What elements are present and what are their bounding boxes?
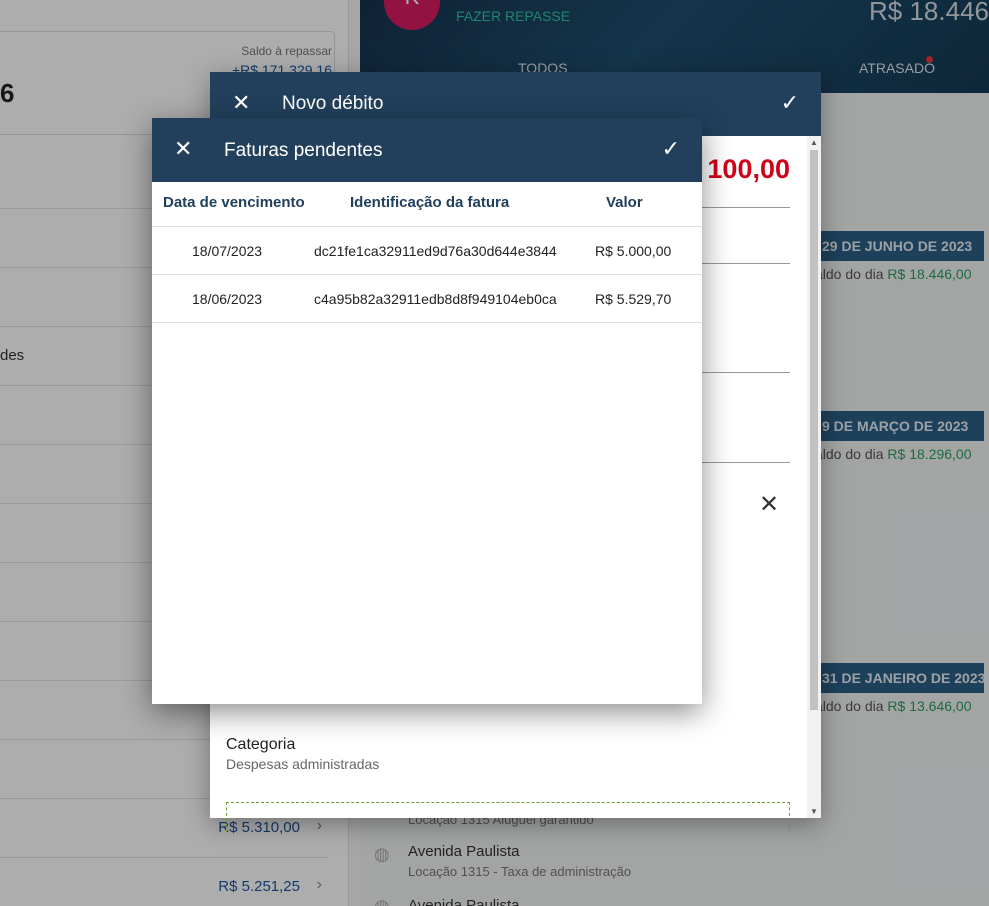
table-row[interactable]: 18/06/2023 c4a95b82a32911edb8d8f949104eb… bbox=[152, 275, 702, 323]
categoria-label: Categoria bbox=[226, 736, 296, 753]
categoria-value[interactable]: Despesas administradas bbox=[226, 756, 379, 772]
check-icon[interactable]: ✓ bbox=[781, 90, 799, 116]
clear-field-icon[interactable]: ✕ bbox=[759, 490, 779, 519]
close-icon[interactable]: ✕ bbox=[174, 138, 192, 160]
table-row[interactable]: 18/07/2023 dc21fe1ca32911ed9d76a30d644e3… bbox=[152, 227, 702, 275]
table-header: Data de vencimento Identificação da fatu… bbox=[152, 182, 702, 227]
scroll-up-icon[interactable]: ▲ bbox=[810, 138, 818, 147]
attachment-dropzone[interactable] bbox=[226, 802, 790, 832]
cell-invoice-id: dc21fe1ca32911ed9d76a30d644e3844 bbox=[314, 243, 557, 259]
check-icon[interactable]: ✓ bbox=[662, 136, 680, 162]
column-header-due-date: Data de vencimento bbox=[163, 194, 305, 211]
cell-invoice-id: c4a95b82a32911edb8d8f949104eb0ca bbox=[314, 291, 557, 307]
novo-debito-amount[interactable]: 100,00 bbox=[707, 154, 790, 185]
cell-due-date: 18/07/2023 bbox=[192, 243, 263, 259]
cell-value: R$ 5.000,00 bbox=[595, 243, 672, 259]
faturas-pendentes-dialog: ✕ Faturas pendentes ✓ Data de vencimento… bbox=[152, 118, 702, 704]
close-icon[interactable]: ✕ bbox=[232, 92, 250, 114]
scrollbar-thumb[interactable] bbox=[810, 150, 818, 710]
column-header-invoice-id: Identificação da fatura bbox=[350, 194, 510, 211]
cell-due-date: 18/06/2023 bbox=[192, 291, 263, 307]
column-header-value: Valor bbox=[606, 194, 643, 211]
faturas-title: Faturas pendentes bbox=[224, 140, 383, 161]
cell-value: R$ 5.529,70 bbox=[595, 291, 672, 307]
novo-debito-title: Novo débito bbox=[282, 93, 384, 114]
scrollbar[interactable]: ▲ ▼ bbox=[807, 136, 821, 818]
scroll-down-icon[interactable]: ▼ bbox=[810, 807, 818, 816]
faturas-header: ✕ Faturas pendentes ✓ bbox=[152, 118, 702, 182]
